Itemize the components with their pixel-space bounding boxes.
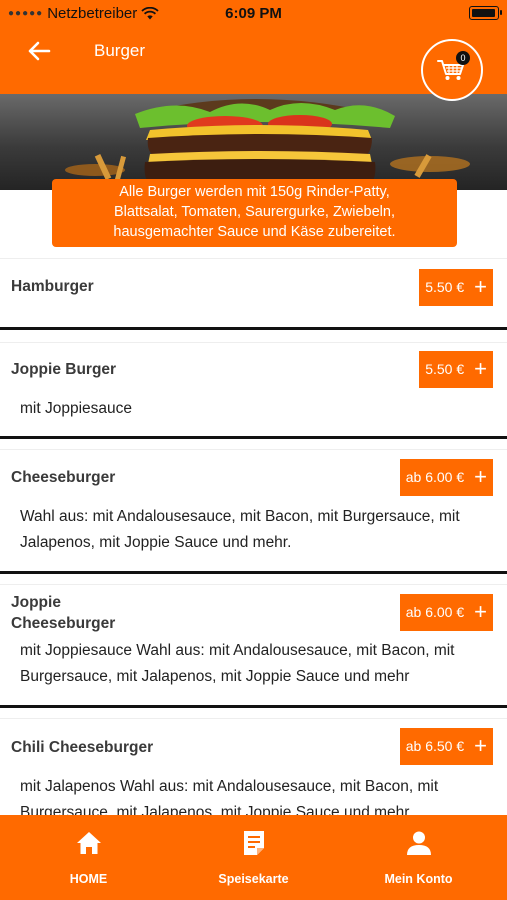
menu-item[interactable]: Joppie Burger 5.50 € + mit Joppiesauce (0, 342, 507, 439)
cart-count-badge: 0 (456, 51, 470, 65)
tab-label: Mein Konto (384, 872, 453, 886)
category-info-banner: Alle Burger werden mit 150g Rinder-Patty… (52, 179, 457, 247)
item-name: Chili Cheeseburger (11, 739, 154, 756)
add-to-cart-button[interactable]: 5.50 € + (419, 269, 493, 306)
item-name-line: Joppie (11, 594, 61, 611)
item-description: Wahl aus: mit Andalousesauce, mit Bacon,… (20, 504, 501, 556)
plus-icon: + (474, 733, 487, 758)
item-price: 5.50 € (425, 279, 465, 295)
description-line: Burgersauce, mit Jalapenos, mit Joppie S… (20, 668, 410, 685)
menu-item[interactable]: Joppie Cheeseburger ab 6.00 € + mit Jopp… (0, 584, 507, 708)
add-to-cart-button[interactable]: 5.50 € + (419, 351, 493, 388)
item-price: ab 6.50 € (405, 738, 465, 754)
page-title: Burger (94, 41, 146, 60)
menu-item[interactable]: Cheeseburger ab 6.00 € + Wahl aus: mit A… (0, 449, 507, 574)
add-to-cart-button[interactable]: ab 6.00 € + (399, 459, 493, 496)
plus-icon: + (474, 464, 487, 489)
clock: 6:09 PM (225, 5, 282, 22)
back-button[interactable] (22, 36, 58, 66)
item-name: Joppie Burger (11, 361, 117, 378)
tab-speisekarte[interactable]: Speisekarte (169, 815, 338, 900)
burger-illustration (65, 99, 470, 190)
cart-button[interactable]: 0 (421, 39, 483, 101)
plus-icon: + (474, 274, 487, 299)
app-header: Burger 0 (0, 26, 507, 101)
item-price: 5.50 € (425, 361, 465, 377)
plus-icon: + (474, 356, 487, 381)
plus-icon: + (474, 599, 487, 624)
category-hero-image (0, 94, 507, 190)
tab-label: Speisekarte (218, 872, 289, 886)
add-to-cart-button[interactable]: ab 6.50 € + (399, 728, 493, 765)
item-name-line: Cheeseburger (11, 615, 116, 632)
bottom-tab-bar: HOME Speisekarte Mein Konto (0, 815, 507, 900)
banner-line: hausgemachter Sauce und Käse zubereitet. (113, 224, 396, 240)
arrow-left-icon (28, 41, 51, 61)
item-name: Hamburger (11, 278, 94, 295)
description-line: mit Joppiesauce Wahl aus: mit Andalouses… (20, 642, 455, 659)
tab-home[interactable]: HOME (4, 815, 173, 900)
menu-card-icon (243, 831, 264, 855)
item-price: ab 6.00 € (405, 469, 465, 485)
item-description: mit Joppiesauce Wahl aus: mit Andalouses… (20, 638, 501, 690)
account-icon (406, 831, 431, 855)
cart-icon (437, 60, 464, 80)
description-line: Wahl aus: mit Andalousesauce, mit Bacon,… (20, 508, 460, 525)
item-name: Joppie Cheeseburger (11, 592, 115, 634)
banner-line: Alle Burger werden mit 150g Rinder-Patty… (119, 184, 390, 200)
description-line: mit Jalapenos Wahl aus: mit Andalousesau… (20, 778, 439, 795)
item-name: Cheeseburger (11, 469, 116, 486)
description-line: mit Joppiesauce (20, 400, 133, 417)
description-line: Jalapenos, mit Joppie Sauce und mehr. (20, 534, 292, 551)
banner-line: Blattsalat, Tomaten, Saurergurke, Zwiebe… (113, 204, 395, 220)
menu-item[interactable]: Hamburger 5.50 € + (0, 258, 507, 330)
tab-mein-konto[interactable]: Mein Konto (334, 815, 503, 900)
home-icon (76, 832, 101, 854)
item-price: ab 6.00 € (405, 604, 465, 620)
add-to-cart-button[interactable]: ab 6.00 € + (399, 594, 493, 631)
status-bar: ●●●●● Netzbetreiber 6:09 PM (0, 0, 507, 26)
tab-label: HOME (69, 872, 108, 886)
item-description: mit Joppiesauce (20, 396, 501, 422)
battery-icon (469, 6, 502, 20)
